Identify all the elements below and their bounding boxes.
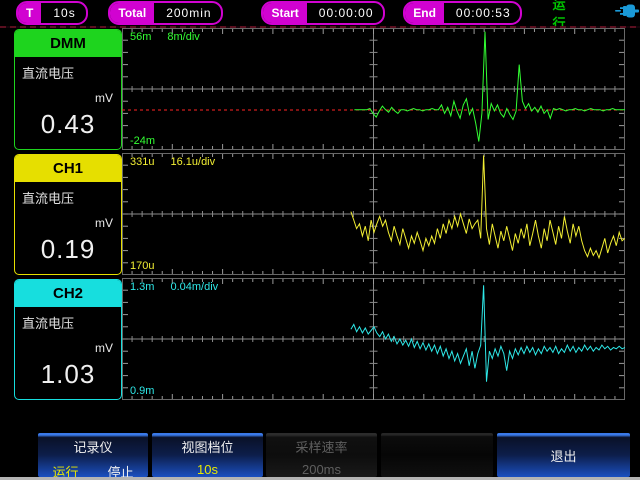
measured-value: 0.19 <box>15 234 121 265</box>
total-time-label: Total <box>110 3 154 23</box>
channel-panel-dmm: DMM 直流电压 mV 0.43 <box>14 29 122 150</box>
sample-rate-value: 200ms <box>266 462 377 477</box>
channel-row-ch2: CH2 直流电压 mV 1.03 1.3m0.04m/div 0.9m <box>0 278 640 400</box>
top-status-bar: T 10s Total 200min Start 00:00:00 End 00… <box>0 0 640 26</box>
channel-panel-ch1: CH1 直流电压 mV 0.19 <box>14 154 122 275</box>
unit-label: mV <box>95 216 113 230</box>
channel-readout-ch1: 直流电压 mV 0.19 <box>15 182 121 275</box>
unit-label: mV <box>95 91 113 105</box>
menu-empty-slot <box>381 433 493 477</box>
total-time-field: Total 200min <box>108 1 223 25</box>
time-per-div-label: T <box>18 3 41 23</box>
start-time-label: Start <box>263 3 306 23</box>
chart-top-scale-label: 1.3m0.04m/div <box>130 282 218 293</box>
measured-value: 1.03 <box>15 359 121 390</box>
recorder-screen: T 10s Total 200min Start 00:00:00 End 00… <box>0 0 640 480</box>
chart-bottom-scale-label: -24m <box>130 136 155 147</box>
channel-name-ch1: CH1 <box>15 155 121 182</box>
channel-readout-ch2: 直流电压 mV 1.03 <box>15 307 121 400</box>
menu-view-scale-button[interactable]: 视图档位 10s <box>152 433 263 477</box>
time-per-div-value: 10s <box>41 6 87 20</box>
end-time-label: End <box>405 3 444 23</box>
time-per-div-field: T 10s <box>16 1 88 25</box>
chart-dmm: 56m8m/div -24m <box>122 28 625 150</box>
chart-bottom-scale-label: 0.9m <box>130 386 154 397</box>
channel-row-ch1: CH1 直流电压 mV 0.19 331u16.1u/div 170u <box>0 153 640 275</box>
measure-mode-label: 直流电压 <box>22 188 114 207</box>
chart-top-scale-label: 331u16.1u/div <box>130 157 215 168</box>
end-time-field: End 00:00:53 <box>403 1 522 25</box>
measure-mode-label: 直流电压 <box>22 63 114 82</box>
channel-name-ch2: CH2 <box>15 280 121 307</box>
menu-sample-rate-button: 采样速率 200ms <box>266 433 377 477</box>
measured-value: 0.43 <box>15 109 121 140</box>
softkey-menu: 记录仪 运行 停止 视图档位 10s 采样速率 200ms 退出 <box>0 433 640 477</box>
menu-recorder-button[interactable]: 记录仪 运行 停止 <box>38 433 148 477</box>
power-plug-icon <box>614 3 640 24</box>
unit-label: mV <box>95 341 113 355</box>
view-scale-value: 10s <box>152 462 263 477</box>
channel-panel-ch2: CH2 直流电压 mV 1.03 <box>14 279 122 400</box>
menu-recorder-title: 记录仪 <box>38 437 148 456</box>
channel-row-dmm: DMM 直流电压 mV 0.43 56m8m/div -24m <box>0 28 640 150</box>
total-time-value: 200min <box>154 6 223 20</box>
menu-view-scale-title: 视图档位 <box>152 437 263 456</box>
chart-ch1: 331u16.1u/div 170u <box>122 153 625 275</box>
start-time-value: 00:00:00 <box>307 6 385 20</box>
chart-top-scale-label: 56m8m/div <box>130 32 200 43</box>
measure-mode-label: 直流电压 <box>22 313 114 332</box>
menu-exit-title: 退出 <box>497 446 630 465</box>
start-time-field: Start 00:00:00 <box>261 1 385 25</box>
channel-readout-dmm: 直流电压 mV 0.43 <box>15 57 121 150</box>
end-time-value: 00:00:53 <box>444 6 523 20</box>
menu-sample-rate-title: 采样速率 <box>266 437 377 456</box>
channel-name-dmm: DMM <box>15 30 121 57</box>
menu-exit-button[interactable]: 退出 <box>497 433 630 477</box>
chart-bottom-scale-label: 170u <box>130 261 154 272</box>
chart-ch2: 1.3m0.04m/div 0.9m <box>122 278 625 400</box>
